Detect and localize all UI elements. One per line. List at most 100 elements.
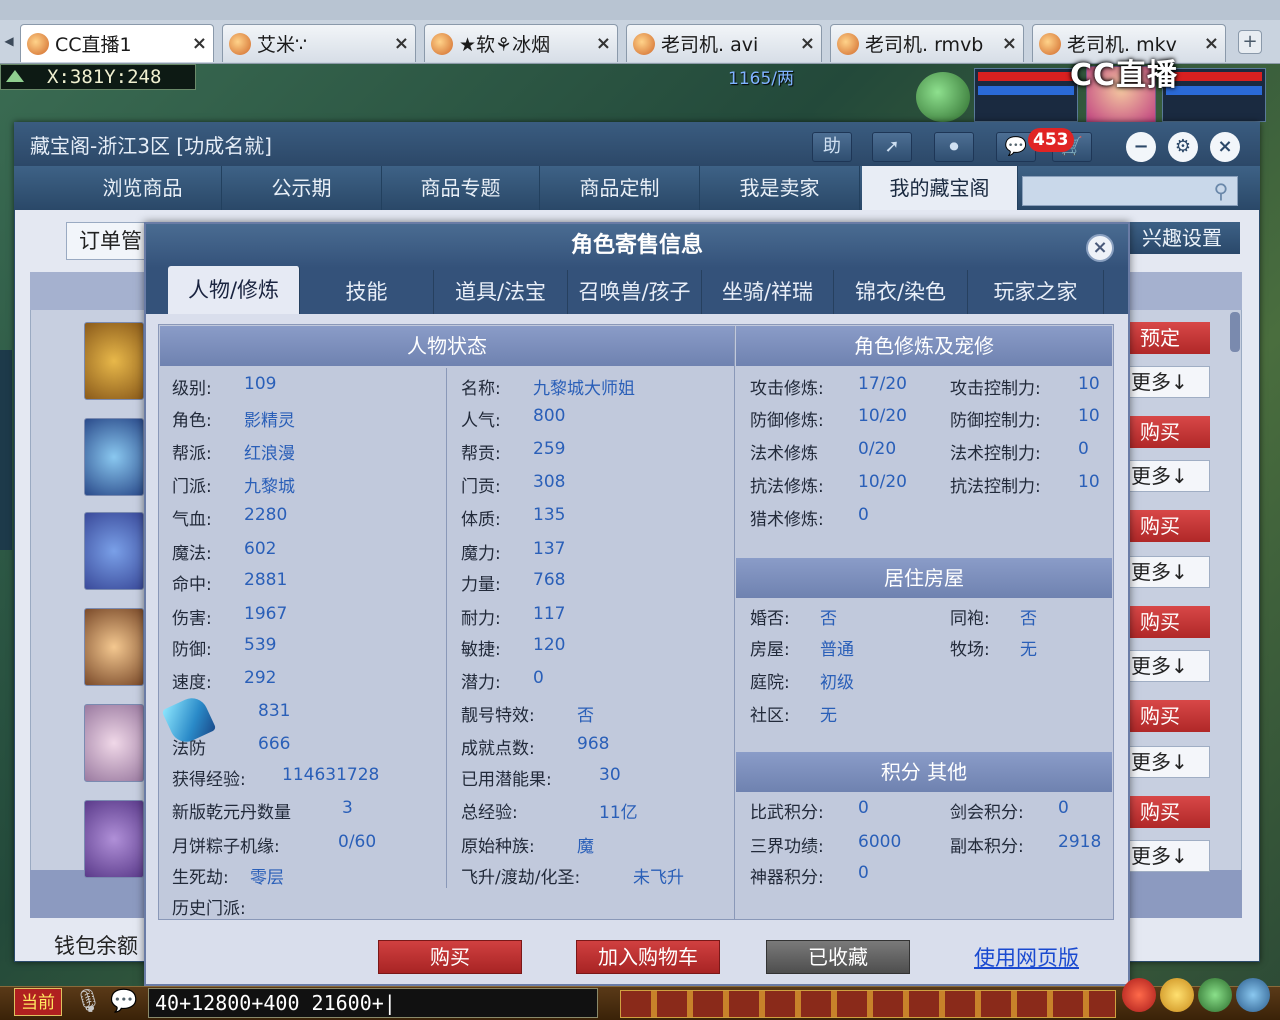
cc-avatar-icon: [27, 32, 49, 55]
browser-tab-1[interactable]: 艾米∵ ×: [222, 24, 416, 62]
more-button[interactable]: 更多↓: [1128, 556, 1210, 588]
team-orb-icon[interactable]: [1198, 978, 1232, 1012]
search-input[interactable]: [1022, 176, 1238, 206]
tab-items[interactable]: 道具/法宝: [434, 270, 568, 314]
field-value: 否: [1020, 609, 1037, 629]
settings-button[interactable]: ⚙: [1168, 132, 1198, 162]
close-icon[interactable]: ×: [800, 33, 815, 54]
interest-settings-button[interactable]: 兴趣设置: [1124, 222, 1240, 254]
field-label: 敏捷:: [461, 640, 501, 660]
close-icon[interactable]: ×: [394, 33, 409, 54]
tab-mounts[interactable]: 坐骑/祥瑞: [702, 270, 834, 314]
minimize-button[interactable]: −: [1126, 132, 1156, 162]
browser-title-strip: [0, 0, 1280, 20]
share-button[interactable]: ➚: [872, 132, 912, 162]
skill-shortcut-bar[interactable]: [620, 990, 1116, 1018]
listing-thumbnail[interactable]: [84, 512, 144, 590]
field-label: 社区:: [750, 706, 790, 726]
buy-button[interactable]: 购买: [1128, 606, 1210, 638]
field-value: 否: [577, 706, 594, 726]
buy-button[interactable]: 购买: [1128, 416, 1210, 448]
field-value: 2918: [1058, 832, 1102, 852]
buy-now-button[interactable]: 购买: [378, 940, 522, 974]
browser-tab-0[interactable]: CC直播1 ×: [20, 24, 214, 62]
chat-input[interactable]: 40+12800+400 21600+|: [148, 988, 598, 1018]
listing-thumbnail[interactable]: [84, 418, 144, 496]
listing-thumbnail[interactable]: [84, 322, 144, 400]
dialog-close-button[interactable]: ×: [1086, 234, 1114, 262]
buy-button[interactable]: 购买: [1128, 700, 1210, 732]
field-value: 普通: [820, 640, 854, 660]
buy-button[interactable]: 购买: [1128, 796, 1210, 828]
favorited-button[interactable]: 已收藏: [766, 940, 910, 974]
field-value: 2881: [244, 570, 288, 590]
chat-channel-button[interactable]: 当前: [14, 988, 62, 1016]
close-icon[interactable]: ×: [596, 33, 611, 54]
hp-bar: [978, 72, 1074, 81]
pet-mp-bar: [1166, 86, 1262, 95]
game-scroll-text: 1165/两: [728, 69, 794, 89]
microphone-icon[interactable]: 🎙: [74, 988, 102, 1016]
alert-orb-icon[interactable]: [1122, 978, 1156, 1012]
tab-scroll-left-icon[interactable]: ◀: [2, 30, 16, 52]
nav-public[interactable]: 公示期: [222, 166, 382, 210]
reserve-button[interactable]: 预定: [1128, 322, 1210, 354]
field-value: 魔: [577, 837, 594, 857]
nav-seller[interactable]: 我是卖家: [700, 166, 860, 210]
emoji-orb-icon[interactable]: [1160, 978, 1194, 1012]
nav-browse[interactable]: 浏览商品: [64, 166, 222, 210]
tab-pets[interactable]: 召唤兽/孩子: [568, 270, 702, 314]
tab-outfits[interactable]: 锦衣/染色: [834, 270, 968, 314]
help-button[interactable]: 助: [812, 132, 852, 162]
chat-bubble-icon[interactable]: 💬: [108, 988, 140, 1016]
field-label: 比武积分:: [750, 803, 824, 823]
record-button[interactable]: ⏺: [934, 132, 974, 162]
order-management-tab[interactable]: 订单管: [66, 222, 146, 260]
house-header: 居住房屋: [736, 558, 1112, 598]
more-button[interactable]: 更多↓: [1128, 460, 1210, 492]
nav-topics[interactable]: 商品专题: [382, 166, 540, 210]
tab-skills[interactable]: 技能: [300, 270, 434, 314]
browser-tab-4[interactable]: 老司机. rmvb ×: [830, 24, 1024, 62]
system-orb-icon[interactable]: [1236, 978, 1270, 1012]
browser-tab-3[interactable]: 老司机. avi ×: [626, 24, 822, 62]
close-icon[interactable]: ×: [1002, 33, 1017, 54]
tab-character[interactable]: 人物/修炼: [168, 266, 300, 314]
window-title: 藏宝阁-浙江3区 [功成名就]: [30, 134, 272, 158]
buy-button[interactable]: 购买: [1128, 510, 1210, 542]
new-tab-button[interactable]: +: [1238, 30, 1262, 54]
field-label: 已用潜能果:: [461, 770, 552, 790]
field-label: 级别:: [172, 379, 212, 399]
section-divider: [734, 326, 735, 920]
add-to-cart-button[interactable]: 加入购物车: [576, 940, 720, 974]
more-button[interactable]: 更多↓: [1128, 746, 1210, 778]
close-window-button[interactable]: ×: [1210, 132, 1240, 162]
web-version-link[interactable]: 使用网页版: [974, 942, 1079, 972]
field-label: 帮派:: [172, 444, 212, 464]
listing-thumbnail[interactable]: [84, 608, 144, 686]
field-value: 无: [1020, 640, 1037, 660]
more-button[interactable]: 更多↓: [1128, 366, 1210, 398]
nav-custom[interactable]: 商品定制: [540, 166, 700, 210]
field-label: 月饼粽子机缘:: [172, 837, 280, 857]
field-label: 名称:: [461, 379, 501, 399]
pet-orb-icon[interactable]: [916, 72, 970, 122]
close-icon[interactable]: ×: [1204, 33, 1219, 54]
listing-thumbnail[interactable]: [84, 704, 144, 782]
more-button[interactable]: 更多↓: [1128, 840, 1210, 872]
pet-hp-bar: [1166, 72, 1262, 81]
field-label: 耐力:: [461, 609, 501, 629]
nav-my-pavilion[interactable]: 我的藏宝阁: [862, 166, 1018, 210]
field-value: 0/20: [858, 439, 897, 459]
minimap-toggle-icon[interactable]: [6, 70, 24, 82]
field-value: 117: [533, 604, 566, 624]
search-icon[interactable]: ⚲: [1208, 178, 1234, 204]
more-button[interactable]: 更多↓: [1128, 650, 1210, 682]
field-label: 魔法:: [172, 544, 212, 564]
browser-tab-2[interactable]: ★软⚘冰烟 ×: [424, 24, 618, 62]
listing-scrollbar[interactable]: [1230, 312, 1240, 352]
field-label: 潜力:: [461, 673, 501, 693]
close-icon[interactable]: ×: [192, 33, 207, 54]
listing-thumbnail[interactable]: [84, 800, 144, 878]
tab-home[interactable]: 玩家之家: [968, 270, 1104, 314]
